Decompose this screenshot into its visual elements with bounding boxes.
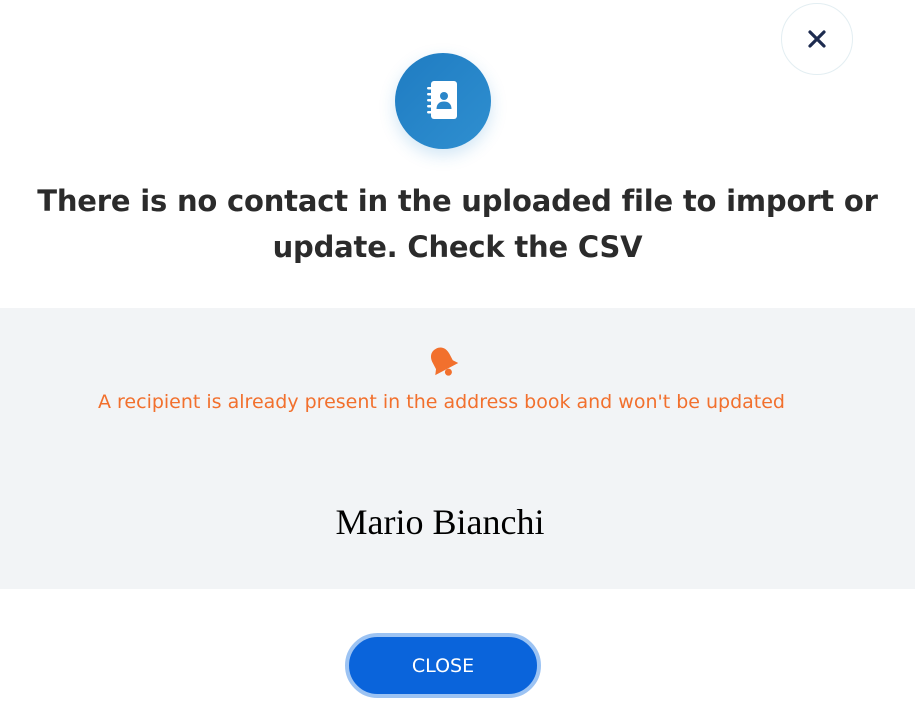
bell-icon	[431, 347, 459, 376]
close-dialog-button[interactable]	[781, 3, 853, 75]
dialog-title: There is no contact in the uploaded file…	[37, 184, 878, 264]
close-button[interactable]: CLOSE	[345, 633, 541, 698]
import-result-dialog: There is no contact in the uploaded file…	[0, 0, 915, 719]
address-book-icon-badge	[395, 53, 491, 149]
contact-name: Mario Bianchi	[335, 502, 545, 542]
warning-message: A recipient is already present in the ad…	[98, 391, 785, 413]
address-book-icon	[427, 81, 457, 119]
close-icon	[808, 30, 826, 48]
warning-panel: A recipient is already present in the ad…	[0, 308, 915, 589]
